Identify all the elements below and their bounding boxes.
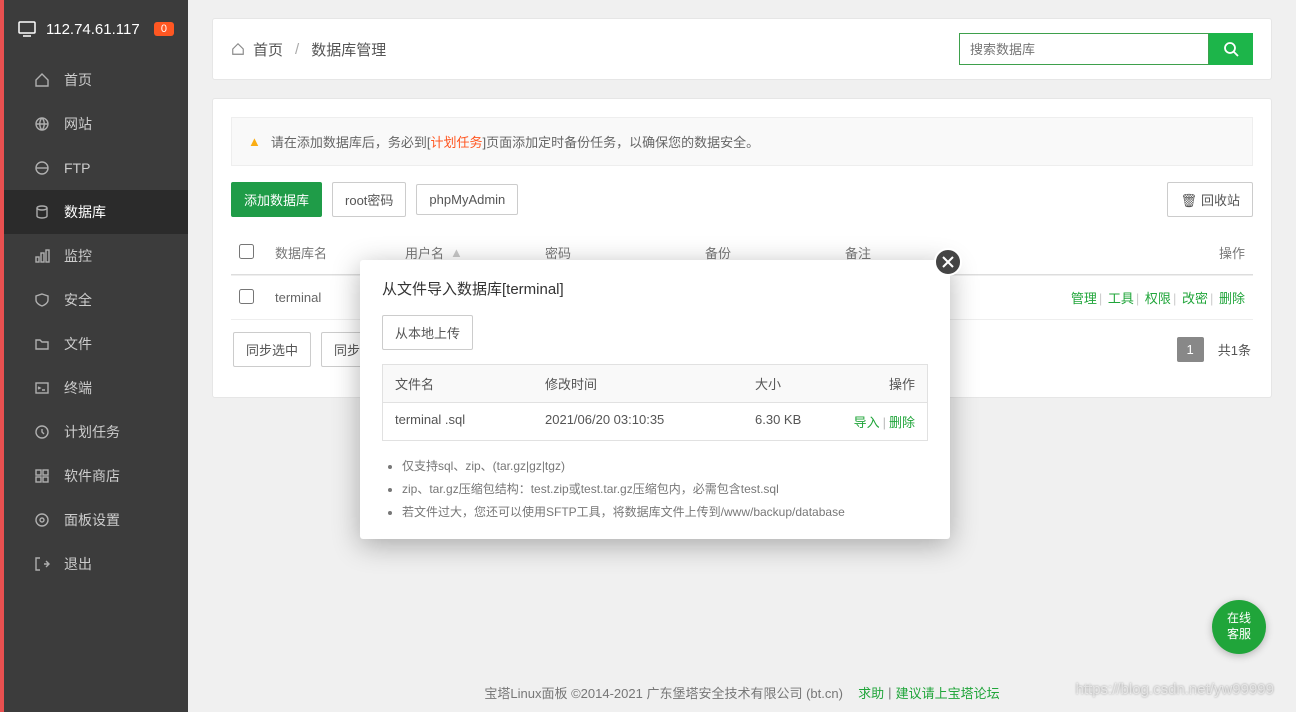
fcol-op: 操作 [815,374,915,393]
import-modal: 从文件导入数据库[terminal] 从本地上传 文件名 修改时间 大小 操作 … [360,260,950,539]
close-icon [942,256,954,268]
file-table-header: 文件名 修改时间 大小 操作 [383,365,927,403]
modal-title: 从文件导入数据库[terminal] [382,278,928,299]
file-name: terminal .sql [395,412,545,431]
fcol-name: 文件名 [395,374,545,393]
file-row: terminal .sql 2021/06/20 03:10:35 6.30 K… [383,403,927,440]
file-size: 6.30 KB [755,412,815,431]
modal-tip-item: zip、tar.gz压缩包结构：test.zip或test.tar.gz压缩包内… [402,478,928,501]
modal-tips: 仅支持sql、zip、(tar.gz|gz|tgz) zip、tar.gz压缩包… [382,455,928,523]
modal-close-button[interactable] [934,248,962,276]
file-time: 2021/06/20 03:10:35 [545,412,755,431]
file-delete-link[interactable]: 删除 [889,415,915,430]
file-import-link[interactable]: 导入 [854,415,880,430]
file-table: 文件名 修改时间 大小 操作 terminal .sql 2021/06/20 … [382,364,928,441]
fcol-size: 大小 [755,374,815,393]
local-upload-button[interactable]: 从本地上传 [382,315,473,350]
modal-tip-item: 若文件过大，您还可以使用SFTP工具，将数据库文件上传到/www/backup/… [402,501,928,524]
fcol-time: 修改时间 [545,374,755,393]
file-ops: 导入|删除 [815,412,915,431]
modal-tip-item: 仅支持sql、zip、(tar.gz|gz|tgz) [402,455,928,478]
